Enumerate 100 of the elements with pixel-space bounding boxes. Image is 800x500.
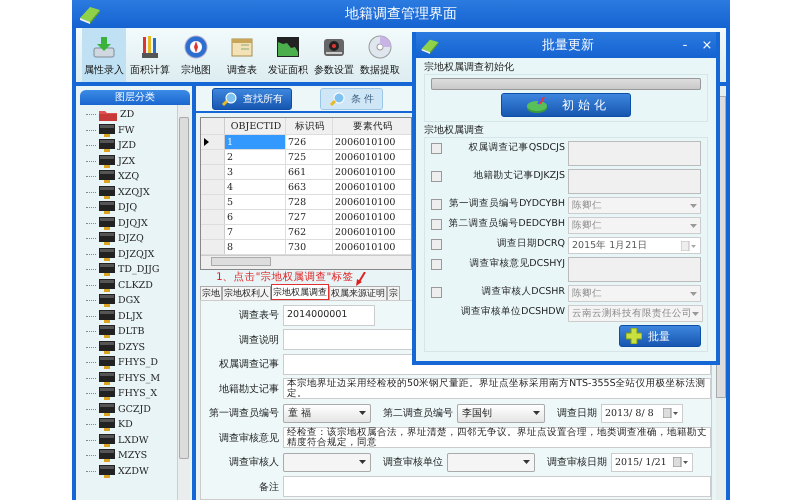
text-area[interactable] [568,141,701,166]
tree-item[interactable]: XZDW [118,466,149,477]
tree-item[interactable]: MZYS [118,450,148,462]
field-label: 调查日期 [557,406,597,420]
column-header[interactable]: 标识码 [286,118,333,134]
monitor-icon [99,310,115,323]
tree-item[interactable]: FHYS_M [118,372,160,384]
monitor-icon [99,248,115,261]
checkbox[interactable] [431,199,442,210]
monitor-icon [99,418,115,432]
tree-item[interactable]: FHYS_X [118,388,158,400]
tree-item[interactable]: XZQJX [118,186,150,198]
disc-icon [367,34,393,60]
text-field[interactable]: 2014000001 [283,304,375,326]
field-label: 第一调查员编号DYDCYBH [448,197,566,210]
toolbar-button[interactable]: 数据提取 [358,28,402,82]
checkbox[interactable] [431,143,442,154]
toolbar-button[interactable]: 宗地图 [174,28,218,82]
tree-item[interactable]: XZQ [118,171,140,182]
tab[interactable]: 宗地权利人 [222,286,271,300]
toolbar-button[interactable]: 属性录入 [82,28,126,82]
window-title: 地籍调查管理界面 [344,5,458,23]
dropdown[interactable]: 李国钊 [457,404,545,423]
dropdown[interactable]: 童 福 [283,404,371,423]
column-header[interactable]: 要素代码 [333,118,411,134]
table-cell: 726 [286,135,333,149]
field-label: 调查审核意见DCSHYJ [468,257,566,270]
monitor-icon [99,464,115,478]
panel-header: 图层分类 [80,90,190,105]
tree-item[interactable]: DJZQJX [118,248,154,260]
text-field[interactable]: 经检查：该宗地权属合法，界址清楚，四邻无争议。界址点设置合理，地类调查准确，地籍勘丈精度符合规定，同意 [283,427,711,448]
tab[interactable]: 宗地 [200,286,222,300]
field-label: 调查审核意见 [218,432,279,445]
tree-item[interactable]: JZD [118,140,136,152]
checkbox[interactable] [431,259,442,270]
tree-item[interactable]: KD [118,419,133,430]
tree-item[interactable]: FHYS_D [118,357,158,368]
current-row-icon [204,138,209,146]
group-title: 宗地权属调查 [424,125,485,137]
row-header[interactable] [201,135,225,149]
text-field[interactable] [283,476,711,498]
tree-item[interactable]: JZX [118,156,136,167]
tree-item[interactable]: DLJX [118,310,142,322]
scrollbar[interactable] [177,105,190,500]
toolbar-button[interactable]: 参数设置 [312,28,356,82]
text-field[interactable]: 本宗地界址边采用经检校的50米钢尺量距。界址点坐标采用南方NTS-355S全站仪用极坐标法测定。 [283,378,711,400]
monitor-icon [99,294,115,308]
tab[interactable]: 宗地权属调查 [271,284,329,300]
tree-item[interactable]: DJQJX [118,218,148,229]
text-area[interactable] [568,169,701,194]
column-header[interactable]: OBJECTID [225,118,286,134]
monitor-icon [99,186,115,199]
field-label: 权属调查记事 [218,358,279,372]
date-field[interactable]: 2013/ 8/ 8 [601,404,683,423]
monitor-icon [99,372,115,385]
dropdown[interactable] [283,452,371,472]
tree-item[interactable]: DJQ [118,202,138,214]
checkbox[interactable] [431,239,442,250]
tree-item[interactable]: LXDW [118,434,148,446]
initialize-button[interactable]: 初 始 化 [501,93,631,117]
table-cell: 3 [225,165,286,179]
tree-item[interactable]: GCZJD [118,404,151,415]
table-cell-text: 2006010100 [334,150,396,164]
toolbar-button[interactable]: 发证面积 [266,28,310,82]
monitor-icon [99,232,115,246]
monitor-icon [99,201,115,214]
date-field[interactable]: 2015/ 1/21 [611,452,693,472]
scrollbar[interactable] [201,255,411,269]
tree-item[interactable]: DLTB [118,326,144,338]
caret-icon [690,204,697,208]
monitor-icon [99,278,115,292]
book-icon [420,36,440,54]
table-cell-text: 2006010100 [334,210,396,224]
toolbar-button[interactable]: 调查表 [220,28,264,82]
table-cell: 8 [225,240,286,254]
tree-item[interactable]: DJZQ [118,233,144,244]
field-label: 调查审核人 [228,456,279,470]
checkbox[interactable] [431,171,442,182]
checkbox[interactable] [431,287,442,298]
dropdown[interactable] [447,452,535,472]
field-label: 调查审核日期 [547,456,607,470]
table-cell: 661 [286,165,333,179]
table-cell: 728 [286,195,333,209]
text-area[interactable] [568,257,701,282]
tab[interactable]: 权属来源证明 [329,286,387,300]
tree-item[interactable]: DGX [118,295,140,306]
date-field[interactable]: 2015年 1月21日 [568,237,701,254]
tree-item[interactable]: DZYS [118,342,145,353]
batch-button[interactable]: 批量 [619,325,701,347]
table-cell-text: 2006010100 [334,240,396,254]
tree-item[interactable]: CLKZD [118,280,153,291]
close-button[interactable]: × [698,38,716,52]
search-button[interactable]: 查找所有 [212,88,292,110]
tree-item[interactable]: ZD [120,109,134,120]
tree-item[interactable]: FW [118,124,134,136]
checkbox[interactable] [431,219,442,230]
tab[interactable]: 宗 [387,286,400,300]
toolbar-button[interactable]: 面积计算 [128,28,172,82]
tree-item[interactable]: TD_DJJG [118,264,160,276]
minimize-button[interactable]: - [676,38,694,52]
